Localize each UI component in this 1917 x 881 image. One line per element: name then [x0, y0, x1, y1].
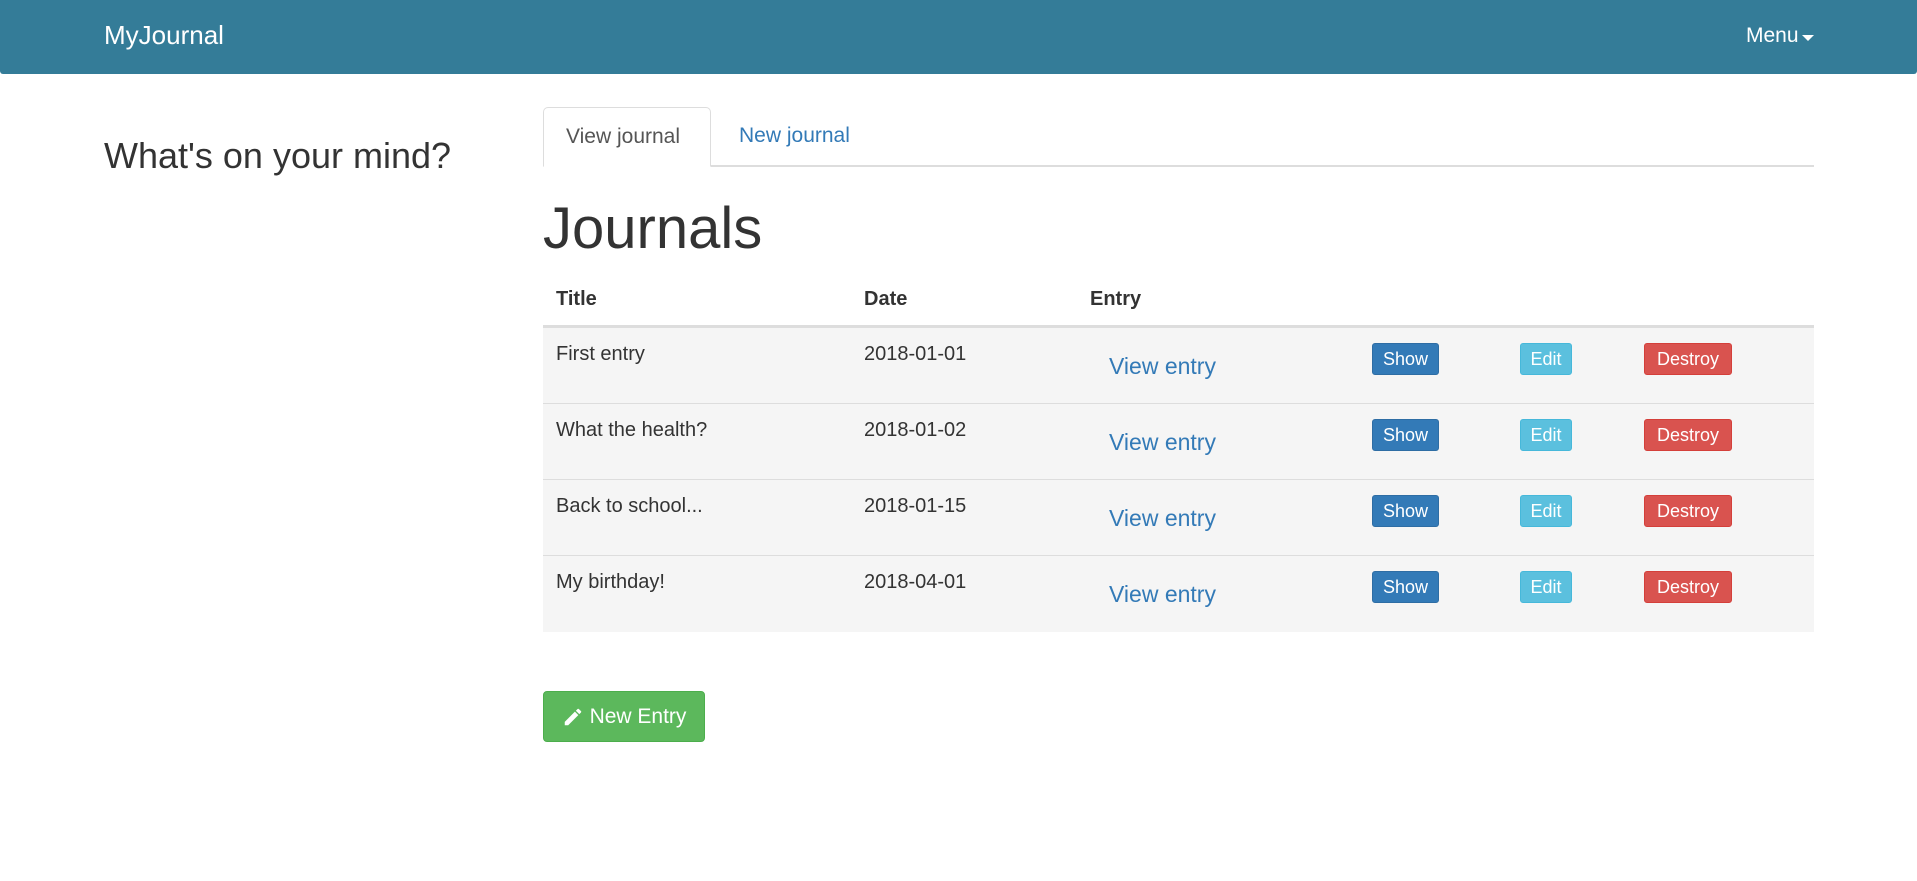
view-entry-link[interactable]: View entry [1109, 581, 1216, 608]
table-row: My birthday! 2018-04-01 View entry Show … [543, 556, 1814, 632]
row-title: First entry [556, 343, 645, 365]
caret-down-icon [1801, 34, 1814, 41]
destroy-button[interactable]: Destroy [1644, 495, 1732, 527]
sidebar-heading: What's on your mind? [104, 135, 452, 176]
table-row: First entry 2018-01-01 View entry Show E… [543, 328, 1814, 404]
show-button[interactable]: Show [1372, 343, 1439, 375]
row-date: 2018-01-15 [864, 495, 967, 517]
edit-button[interactable]: Edit [1520, 343, 1572, 375]
menu-label: Menu [1746, 24, 1799, 47]
pencil-icon [562, 706, 584, 728]
journals-table: Title Date Entry First entry 2018-01-01 … [543, 278, 1814, 632]
table-header: Title Date Entry [543, 278, 1814, 328]
table-row: Back to school... 2018-01-15 View entry … [543, 480, 1814, 556]
row-date: 2018-04-01 [864, 571, 967, 593]
row-title: Back to school... [556, 495, 703, 517]
column-header-entry: Entry [1090, 288, 1142, 310]
navbar: MyJournal Menu [0, 0, 1917, 74]
menu-dropdown-toggle[interactable]: Menu [1746, 24, 1814, 48]
view-entry-link[interactable]: View entry [1109, 353, 1216, 380]
column-header-title: Title [556, 288, 597, 310]
show-button[interactable]: Show [1372, 571, 1439, 603]
row-title: What the health? [556, 419, 708, 441]
row-date: 2018-01-02 [864, 419, 967, 441]
show-button[interactable]: Show [1372, 419, 1439, 451]
view-entry-link[interactable]: View entry [1109, 505, 1216, 532]
brand-logo-link[interactable]: MyJournal [104, 20, 224, 51]
page-title: Journals [543, 196, 763, 261]
tab-new-journal[interactable]: New journal [717, 107, 872, 165]
column-header-date: Date [864, 288, 908, 310]
tab-view-journal[interactable]: View journal [543, 107, 711, 167]
destroy-button[interactable]: Destroy [1644, 343, 1732, 375]
edit-button[interactable]: Edit [1520, 495, 1572, 527]
row-title: My birthday! [556, 571, 665, 593]
edit-button[interactable]: Edit [1520, 571, 1572, 603]
table-row: What the health? 2018-01-02 View entry S… [543, 404, 1814, 480]
edit-button[interactable]: Edit [1520, 419, 1572, 451]
new-entry-button[interactable]: New Entry [543, 691, 705, 742]
destroy-button[interactable]: Destroy [1644, 419, 1732, 451]
new-entry-label: New Entry [589, 704, 687, 728]
journal-tabs: View journal New journal [543, 107, 1814, 167]
row-date: 2018-01-01 [864, 343, 967, 365]
show-button[interactable]: Show [1372, 495, 1439, 527]
destroy-button[interactable]: Destroy [1644, 571, 1732, 603]
view-entry-link[interactable]: View entry [1109, 429, 1216, 456]
